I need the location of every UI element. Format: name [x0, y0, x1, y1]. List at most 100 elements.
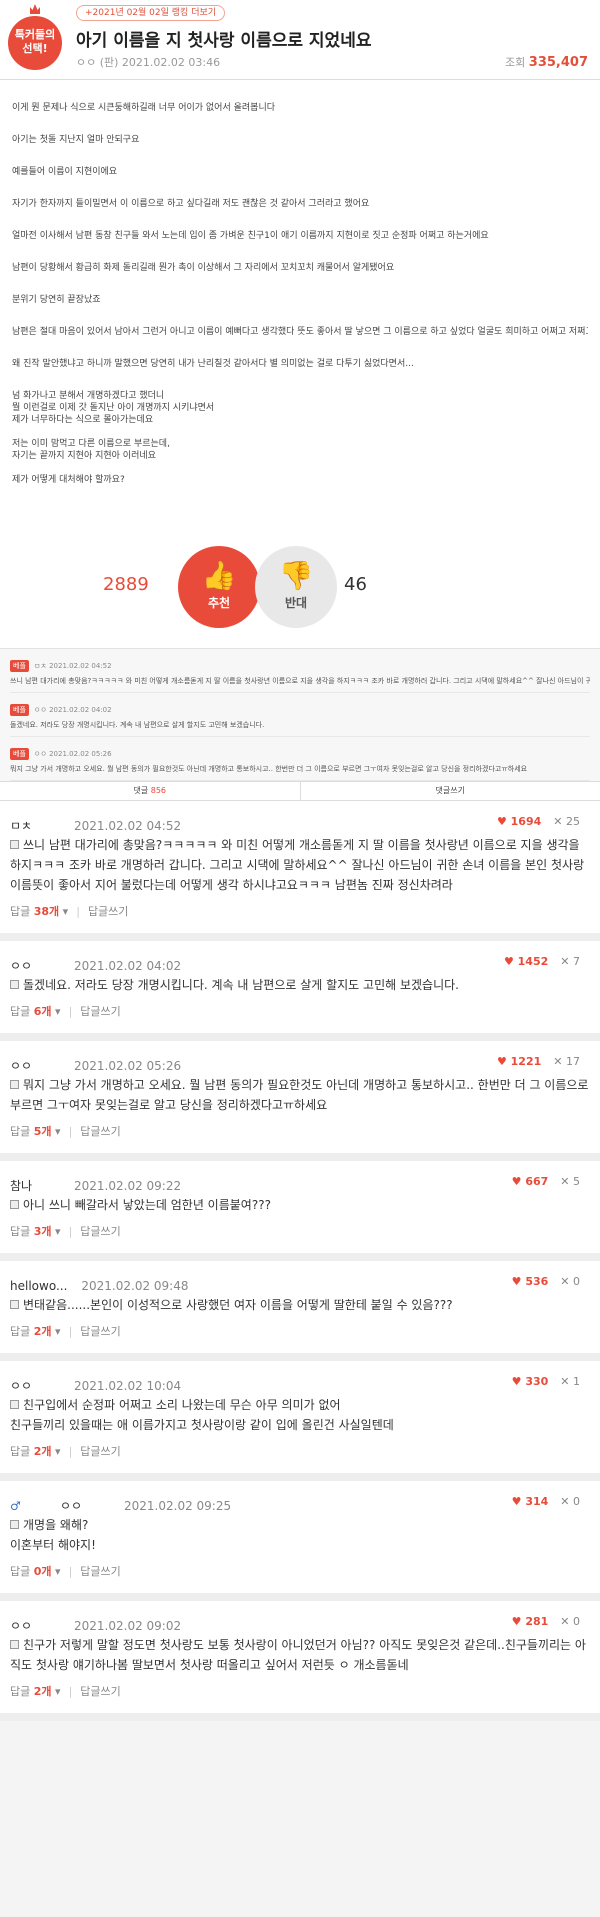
comment-votes: ♥ 1452 ✕ 7	[504, 955, 580, 968]
write-reply-link[interactable]: 답글쓰기	[80, 1445, 120, 1458]
comment-date: 2021.02.02 04:02	[74, 959, 182, 973]
best-comment[interactable]: 베플 ㅇㅇ 2021.02.02 05:26 뭐지 그냥 가서 개명하고 오세요…	[10, 737, 590, 781]
tab-comments-label: 댓글	[133, 786, 149, 795]
write-reply-link[interactable]: 답글쓰기	[80, 1005, 120, 1018]
comment-author[interactable]: ㅇㅇ	[60, 1497, 110, 1514]
views-label: 조회	[505, 56, 526, 69]
write-reply-link[interactable]: 답글쓰기	[80, 1225, 120, 1238]
footer-divider: |	[68, 1125, 73, 1138]
upvote-button[interactable]: 👍 추천	[178, 546, 260, 628]
best-meta: ㅇㅇ 2021.02.02 05:26	[33, 750, 112, 758]
reply-toggle[interactable]: 답글 2개 ▾	[10, 1685, 61, 1698]
comment-date: 2021.02.02 04:52	[74, 819, 182, 833]
body-paragraph: 얼마전 이사해서 남편 동창 친구들 와서 노는데 입이 좀 가벼운 친구1이 …	[12, 231, 489, 241]
comment-author[interactable]: ㅇㅇ	[10, 957, 60, 974]
comment-like-button[interactable]: ♥ 314	[512, 1495, 549, 1508]
comment-author[interactable]: ㅇㅇ	[10, 1377, 60, 1394]
reply-label: 답글	[10, 1325, 31, 1338]
views-value: 335,407	[528, 55, 588, 70]
comment-marker-icon	[10, 1300, 19, 1309]
tab-write-comment[interactable]: 댓글쓰기	[301, 782, 600, 800]
comment-header: ♂ ㅇㅇ 2021.02.02 09:25 ♥ 314 ✕ 0	[10, 1481, 590, 1513]
reply-toggle[interactable]: 답글 0개 ▾	[10, 1565, 61, 1578]
comment-votes: ♥ 281 ✕ 0	[512, 1615, 580, 1628]
reply-count: 3개	[33, 1225, 52, 1238]
reply-count: 0개	[33, 1565, 52, 1578]
reply-toggle[interactable]: 답글 2개 ▾	[10, 1325, 61, 1338]
best-comment[interactable]: 베플 ㅁㅊ 2021.02.02 04:52 쓰니 남편 대가리에 총맞음?ㅋㅋ…	[10, 649, 590, 693]
comment-like-count: 536	[525, 1275, 549, 1288]
reply-count: 2개	[33, 1445, 52, 1458]
comment-author[interactable]: ㅁㅊ	[10, 817, 60, 834]
post-meta: ㅇㅇ (판) 2021.02.02 03:46	[76, 56, 221, 69]
comment-dislike-count: 17	[566, 1055, 580, 1068]
view-count: 조회 335,407	[505, 54, 588, 70]
comment-dislike-button[interactable]: ✕ 17	[553, 1055, 580, 1068]
best-comment[interactable]: 베플 ㅇㅇ 2021.02.02 04:02 돌겠네요. 저라도 당장 개명시킵…	[10, 693, 590, 737]
comment-like-count: 1452	[517, 955, 549, 968]
comment-body: 돌겠네요. 저라도 당장 개명시킵니다. 계속 내 남편으로 살게 할지도 고민…	[23, 978, 459, 992]
footer-divider: |	[76, 905, 80, 918]
comment-footer: 답글 2개 ▾ | 답글쓰기	[10, 1675, 590, 1713]
comment-dislike-button[interactable]: ✕ 0	[560, 1615, 580, 1628]
reply-count: 38개	[33, 905, 60, 918]
comment-dislike-button[interactable]: ✕ 0	[560, 1495, 580, 1508]
comment-body: 변태같음......본인이 이성적으로 사랑했던 여자 이름을 어떻게 딸한테 …	[23, 1298, 453, 1312]
comment-votes: ♥ 1694 ✕ 25	[497, 815, 580, 828]
comment-marker-icon	[10, 1080, 19, 1089]
comment-text: 개명을 왜해? 이혼부터 해야지!	[10, 1507, 590, 1555]
best-meta: ㅁㅊ 2021.02.02 04:52	[33, 662, 112, 670]
comment-like-button[interactable]: ♥ 536	[512, 1275, 549, 1288]
reply-toggle[interactable]: 답글 38개 ▾	[10, 905, 68, 918]
comment-votes: ♥ 1221 ✕ 17	[497, 1055, 580, 1068]
comment-author[interactable]: ㅇㅇ	[10, 1057, 60, 1074]
comment-like-button[interactable]: ♥ 667	[512, 1175, 549, 1188]
write-reply-link[interactable]: 답글쓰기	[88, 905, 128, 918]
comment-like-count: 667	[525, 1175, 549, 1188]
comment-header: ㅇㅇ 2021.02.02 10:04 ♥ 330 ✕ 1	[10, 1361, 590, 1393]
comment-footer: 답글 2개 ▾ | 답글쓰기	[10, 1315, 590, 1353]
comment-dislike-button[interactable]: ✕ 1	[560, 1375, 580, 1388]
best-text: 돌겠네요. 저라도 당장 개명시킵니다. 계속 내 남편으로 살게 할지도 고민…	[10, 721, 265, 729]
comment-dislike-button[interactable]: ✕ 0	[560, 1275, 580, 1288]
comment-marker-icon	[10, 840, 19, 849]
reply-toggle[interactable]: 답글 5개 ▾	[10, 1125, 61, 1138]
comment-footer: 답글 2개 ▾ | 답글쓰기	[10, 1435, 590, 1473]
comment-body: 쓰니 남편 대가리에 총맞음?ㅋㅋㅋㅋㅋ 와 미친 어떻게 개소름돋게 지 딸 …	[10, 838, 585, 892]
comment-dislike-button[interactable]: ✕ 25	[553, 815, 580, 828]
reply-toggle[interactable]: 답글 2개 ▾	[10, 1445, 61, 1458]
reply-toggle[interactable]: 답글 6개 ▾	[10, 1005, 61, 1018]
upvote-count: 2889	[103, 574, 149, 595]
body-paragraph: 왜 진작 말안했냐고 하니까 말했으면 당연히 내가 난리칠것 같아서다 별 의…	[12, 359, 414, 369]
comment-author[interactable]: 참나	[10, 1177, 60, 1194]
comment-like-button[interactable]: ♥ 1694	[497, 815, 541, 828]
write-reply-link[interactable]: 답글쓰기	[80, 1565, 120, 1578]
comment-like-button[interactable]: ♥ 1452	[504, 955, 548, 968]
body-paragraph: 예를들어 이름이 지현이에요	[12, 167, 118, 177]
comment-like-button[interactable]: ♥ 281	[512, 1615, 549, 1628]
downvote-button[interactable]: 👎 반대	[255, 546, 337, 628]
write-reply-link[interactable]: 답글쓰기	[80, 1125, 120, 1138]
ranking-link[interactable]: +2021년 02월 02일 랭킹 더보기	[76, 5, 226, 21]
body-paragraph: 넘 화가나고 분해서 개명하겠다고 했더니 뭘 이런걸로 이제 갓 돌지난 아이…	[12, 391, 215, 425]
comment-item: ㅁㅊ 2021.02.02 04:52 ♥ 1694 ✕ 25 쓰니 남편 대가리에 총…	[0, 801, 600, 941]
comment-item: ㅇㅇ 2021.02.02 04:02 ♥ 1452 ✕ 7 돌겠네요. 저라도 당장 …	[0, 941, 600, 1041]
write-reply-link[interactable]: 답글쓰기	[80, 1325, 120, 1338]
reply-toggle[interactable]: 답글 3개 ▾	[10, 1225, 61, 1238]
comment-dislike-button[interactable]: ✕ 7	[560, 955, 580, 968]
comment-dislike-button[interactable]: ✕ 5	[560, 1175, 580, 1188]
comment-like-button[interactable]: ♥ 330	[512, 1375, 549, 1388]
footer-divider: |	[68, 1005, 73, 1018]
write-reply-link[interactable]: 답글쓰기	[80, 1685, 120, 1698]
comment-author[interactable]: ㅇㅇ	[10, 1617, 60, 1634]
comment-dislike-count: 7	[573, 955, 580, 968]
comment-item: hellowo... 2021.02.02 09:48 ♥ 536 ✕ 0 변태같음..…	[0, 1261, 600, 1361]
comment-like-button[interactable]: ♥ 1221	[497, 1055, 541, 1068]
body-paragraph: 분위기 당연히 끝장났죠	[12, 295, 101, 305]
comment-date: 2021.02.02 09:22	[74, 1179, 182, 1193]
body-paragraph: 이게 뭔 문제나 식으로 시큰둥해하길래 너무 어이가 없어서 올려봅니다	[12, 103, 276, 113]
comment-author[interactable]: hellowo...	[10, 1279, 67, 1293]
reply-count: 2개	[33, 1685, 52, 1698]
pick-badge-label: 톡커들의 선택!	[8, 16, 62, 70]
tab-comments[interactable]: 댓글 856	[0, 782, 301, 800]
